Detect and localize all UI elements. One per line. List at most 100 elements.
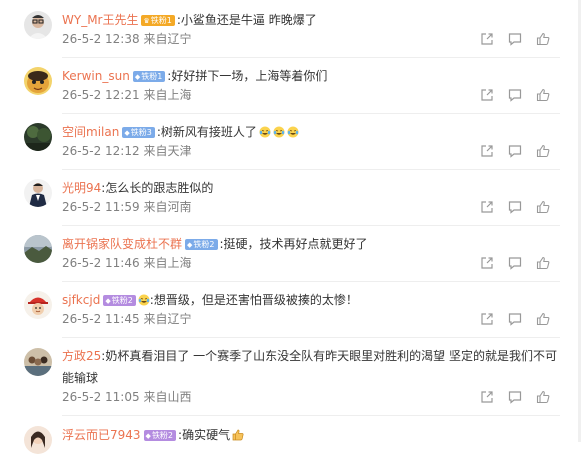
comment-text: :挺硬，技术再好点就更好了: [219, 237, 368, 251]
comment-meta: 26-5-2 11:46 来自上海: [62, 255, 362, 271]
location: 来自天津: [143, 144, 192, 158]
share-icon[interactable]: [480, 312, 494, 326]
diamond-icon: ◆: [134, 73, 141, 81]
avatar[interactable]: [24, 179, 52, 207]
timestamp: 26-5-2 11:46: [62, 256, 140, 270]
location: 来自辽宁: [143, 312, 192, 326]
comment-actions: [480, 200, 560, 216]
laughing-tears-emoji-icon: [273, 126, 285, 138]
comment-text: :确实硬气: [178, 428, 231, 442]
fan-badge[interactable]: ◆铁粉2: [103, 295, 136, 306]
thumbs-up-emoji-icon: [232, 429, 244, 441]
divider: [62, 113, 560, 114]
username[interactable]: WY_Mr王先生: [62, 13, 138, 27]
location: 来自上海: [143, 256, 192, 270]
comment-text: :树新风有接班人了: [156, 125, 257, 139]
like-icon[interactable]: [536, 200, 550, 214]
share-icon[interactable]: [480, 144, 494, 158]
avatar[interactable]: [24, 291, 52, 319]
divider: [62, 169, 560, 170]
share-icon[interactable]: [480, 32, 494, 46]
badge-label: 铁粉3: [130, 128, 152, 137]
divider: [62, 281, 560, 282]
comment-text: :奶杯真看泪目了 一个赛季了山东没全队有昨天眼里对胜利的渴望 坚定的就是我们不可…: [62, 349, 557, 385]
like-icon[interactable]: [536, 390, 550, 404]
location: 来自山西: [143, 390, 192, 404]
avatar[interactable]: [24, 123, 52, 151]
timestamp: 26-5-2 11:59: [62, 200, 140, 214]
username[interactable]: 光明94: [62, 181, 101, 195]
comment-actions: [480, 256, 560, 272]
timestamp: 26-5-2 12:21: [62, 88, 140, 102]
username[interactable]: 方政25: [62, 349, 101, 363]
like-icon[interactable]: [536, 312, 550, 326]
username[interactable]: Kerwin_sun: [62, 69, 130, 83]
divider: [62, 225, 560, 226]
divider: [62, 337, 560, 338]
location: 来自上海: [143, 88, 192, 102]
comment-meta: 26-5-2 11:05 来自山西: [62, 389, 362, 405]
reply-icon[interactable]: [508, 390, 522, 404]
like-icon[interactable]: [536, 144, 550, 158]
timestamp: 26-5-2 12:12: [62, 144, 140, 158]
fan-badge[interactable]: ◆铁粉1: [132, 71, 166, 82]
reply-icon[interactable]: [508, 32, 522, 46]
like-icon[interactable]: [536, 32, 550, 46]
reply-icon[interactable]: [508, 256, 522, 270]
badge-label: 铁粉2: [193, 240, 215, 249]
comment-actions: [480, 390, 560, 406]
comment-meta: 26-5-2 12:38 来自辽宁: [62, 31, 362, 47]
divider: [62, 415, 560, 416]
fan-badge[interactable]: ◆铁粉2: [185, 239, 218, 250]
fan-badge[interactable]: ♛铁粉1: [141, 15, 175, 26]
username[interactable]: 离开锅家队变成杜不群: [62, 237, 182, 251]
laughing-tears-emoji-icon: [287, 126, 299, 138]
timestamp: 26-5-2 12:38: [62, 32, 140, 46]
badge-label: 铁粉2: [151, 431, 174, 440]
comment-meta: 26-5-2 12:21 来自上海: [62, 87, 362, 103]
like-icon[interactable]: [536, 256, 550, 270]
avatar[interactable]: [24, 426, 52, 454]
avatar[interactable]: [24, 348, 52, 376]
reply-icon[interactable]: [508, 200, 522, 214]
comment-actions: [480, 144, 560, 160]
diamond-icon: ◆: [187, 241, 193, 249]
comment-actions: [480, 32, 560, 48]
comment-text: :怎么长的跟志胜似的: [101, 181, 214, 195]
timestamp: 26-5-2 11:05: [62, 390, 140, 404]
reply-icon[interactable]: [508, 88, 522, 102]
timestamp: 26-5-2 11:45: [62, 312, 140, 326]
comment-meta: 26-5-2 11:45 来自辽宁: [62, 311, 362, 327]
badge-label: 铁粉2: [111, 296, 133, 305]
divider: [62, 57, 560, 58]
share-icon[interactable]: [480, 256, 494, 270]
badge-label: 铁粉1: [150, 16, 172, 25]
fan-badge[interactable]: ◆铁粉3: [122, 127, 155, 138]
location: 来自河南: [143, 200, 192, 214]
share-icon[interactable]: [480, 88, 494, 102]
share-icon[interactable]: [480, 200, 494, 214]
comment-text: :好好拼下一场，上海等着你们: [167, 69, 328, 83]
avatar[interactable]: [24, 11, 52, 39]
like-icon[interactable]: [536, 88, 550, 102]
comment-meta: 26-5-2 12:12 来自天津: [62, 143, 362, 159]
username[interactable]: sjfkcjd: [62, 293, 100, 307]
fan-badge[interactable]: ◆铁粉2: [143, 430, 177, 441]
avatar[interactable]: [24, 235, 52, 263]
reply-icon[interactable]: [508, 312, 522, 326]
reply-icon[interactable]: [508, 144, 522, 158]
comment-actions: [480, 88, 560, 104]
diamond-icon: ◆: [145, 432, 151, 440]
diamond-icon: ◆: [105, 297, 111, 305]
username[interactable]: 浮云而已7943: [62, 428, 141, 442]
comment-text: :小鲨鱼还是牛逼 昨晚爆了: [176, 13, 317, 27]
laughing-tears-emoji-icon: [138, 294, 150, 306]
diamond-icon: ◆: [124, 129, 130, 137]
comment-meta: 26-5-2 11:59 来自河南: [62, 199, 362, 215]
avatar[interactable]: [24, 67, 52, 95]
username[interactable]: 空间milan: [62, 125, 119, 139]
location: 来自辽宁: [143, 32, 192, 46]
comment-text: :想晋级，但是还害怕晋级被揍的太惨！: [149, 293, 358, 307]
comment-actions: [480, 312, 560, 328]
share-icon[interactable]: [480, 390, 494, 404]
